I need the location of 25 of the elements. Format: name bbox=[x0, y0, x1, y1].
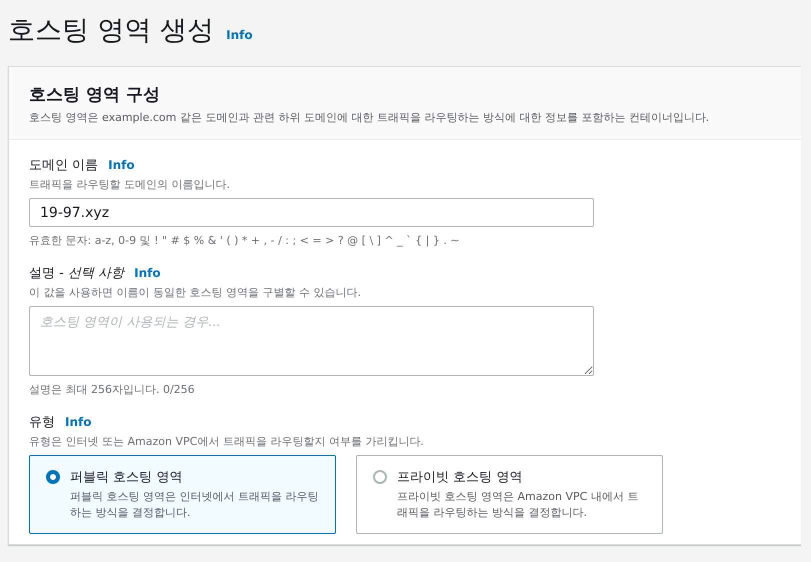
option-description: 프라이빗 호스팅 영역은 Amazon VPC 내에서 트래픽을 라우팅하는 방식을 결정합니다. bbox=[397, 489, 640, 521]
field-label: 유형 bbox=[29, 414, 55, 431]
option-description: 퍼블릭 호스팅 영역은 인터넷에서 트래픽을 라우팅하는 방식을 결정합니다. bbox=[70, 489, 319, 521]
field-hint: 트래픽을 라우팅할 도메인의 이름입니다. bbox=[29, 177, 231, 192]
radio-tile[interactable]: 프라이빗 호스팅 영역 프라이빗 호스팅 영역은 Amazon VPC 내에서 트래픽을 라우팅하는 방식을 결정합니다. bbox=[356, 455, 663, 534]
panel-description: 호스팅 영역은 example.com 같은 도메인과 관련 하위 도메인에 대한 트래픽을 라우팅하는 방식에 대한 정보를 포함하는 컨테이너입니다. bbox=[29, 110, 710, 125]
constraint-text: 설명은 최대 256자입니다. 0/256 bbox=[29, 382, 196, 397]
option-title: 프라이빗 호스팅 영역 bbox=[397, 469, 524, 486]
info-link[interactable]: Info bbox=[65, 415, 92, 429]
field-label: 도메인 이름 bbox=[29, 157, 98, 174]
radio-tile[interactable]: 퍼블릭 호스팅 영역 퍼블릭 호스팅 영역은 인터넷에서 트래픽을 라우팅하는 방식을 결정합니다. bbox=[29, 455, 336, 534]
info-link[interactable]: Info bbox=[134, 266, 161, 280]
page-title: 호스팅 영역 생성 bbox=[8, 14, 214, 48]
info-link[interactable]: Info bbox=[108, 158, 135, 172]
radio-button[interactable] bbox=[373, 470, 387, 484]
field-label: 설명 - 선택 사항 bbox=[29, 265, 124, 282]
description-textarea[interactable]: 호스팅 영역이 사용되는 경우... bbox=[29, 306, 594, 376]
panel-title: 호스팅 영역 구성 bbox=[29, 84, 161, 106]
info-link[interactable]: Info bbox=[226, 28, 253, 42]
domain-name-input[interactable]: 19-97.xyz bbox=[29, 198, 594, 227]
option-title: 퍼블릭 호스팅 영역 bbox=[70, 469, 184, 486]
radio-button[interactable] bbox=[46, 470, 60, 484]
field-hint: 유형은 인터넷 또는 Amazon VPC에서 트래픽을 라우팅할지 여부를 가리킵니다. bbox=[29, 434, 425, 449]
field-hint: 이 값을 사용하면 이름이 동일한 호스팅 영역을 구별할 수 있습니다. bbox=[29, 285, 362, 300]
constraint-text: 유효한 문자: a-z, 0-9 및 ! " # $ % & ' ( ) * + , - / : ; < = > ? @ [ \ ] ^ _ ` { | } . ~ bbox=[29, 233, 461, 248]
